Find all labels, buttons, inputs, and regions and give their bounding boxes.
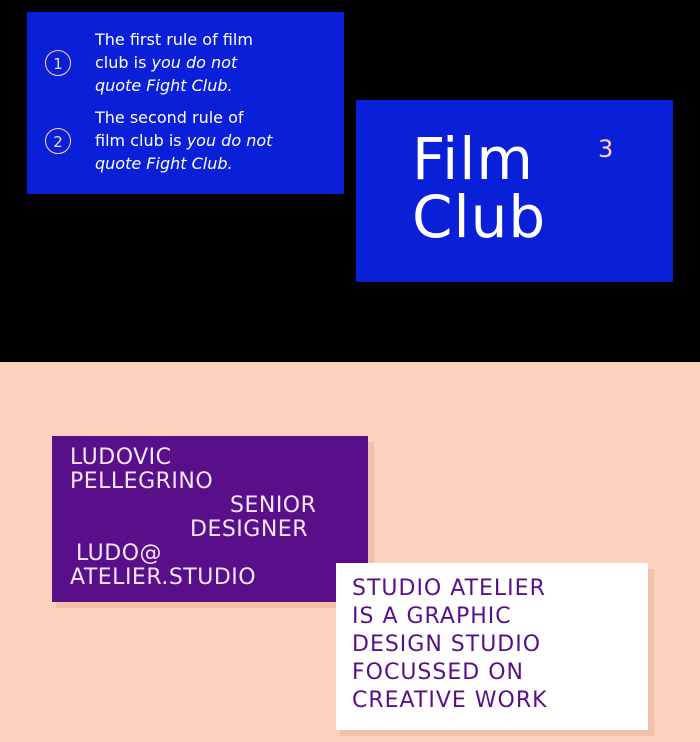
rule-line: quote Fight Club. (95, 74, 335, 97)
rule-number-badge: 1 (45, 50, 71, 76)
rule-line: film club is you do not (95, 129, 335, 152)
person-email: LUDO@ (76, 541, 163, 566)
studio-business-card: STUDIO ATELIER IS A GRAPHIC DESIGN STUDI… (336, 563, 648, 730)
studio-line: IS A GRAPHIC (352, 604, 512, 629)
person-last-name: PELLEGRINO (70, 469, 214, 494)
film-club-title: Film Club (412, 130, 546, 246)
rules-card: 1 The first rule of film club is you do … (27, 12, 344, 194)
person-email: ATELIER.STUDIO (70, 565, 257, 590)
person-business-card: LUDOVIC PELLEGRINO SENIOR DESIGNER LUDO@… (52, 436, 368, 602)
rule-line-emphasis: quote Fight Club. (95, 76, 233, 95)
rule-number-badge: 2 (45, 128, 71, 154)
person-title-line: SENIOR (230, 493, 317, 518)
rule-line-emphasis: quote Fight Club. (95, 154, 233, 173)
film-club-card: Film Club 3 (356, 100, 673, 282)
rule-line-emphasis: you do not (186, 131, 273, 150)
film-title-line: Club (412, 183, 547, 251)
rule-line-plain: film club is (95, 131, 187, 150)
studio-line: FOCUSSED ON (352, 660, 524, 685)
rule-line: The first rule of film (95, 30, 253, 49)
rule-line: The second rule of (95, 108, 244, 127)
studio-line: DESIGN STUDIO (352, 632, 542, 657)
rule-text: The first rule of film club is you do no… (95, 28, 335, 97)
rule-line: quote Fight Club. (95, 152, 335, 175)
film-title-line: Film (412, 125, 534, 193)
person-title-line: DESIGNER (190, 517, 308, 542)
rule-line-emphasis: you do not (151, 53, 238, 72)
studio-line: CREATIVE WORK (352, 688, 548, 713)
rule-text: The second rule of film club is you do n… (95, 106, 335, 175)
film-title-superscript: 3 (598, 135, 614, 163)
person-first-name: LUDOVIC (70, 445, 172, 470)
studio-line: STUDIO ATELIER (352, 576, 546, 601)
rule-line: club is you do not (95, 51, 335, 74)
rule-line-plain: club is (95, 53, 152, 72)
